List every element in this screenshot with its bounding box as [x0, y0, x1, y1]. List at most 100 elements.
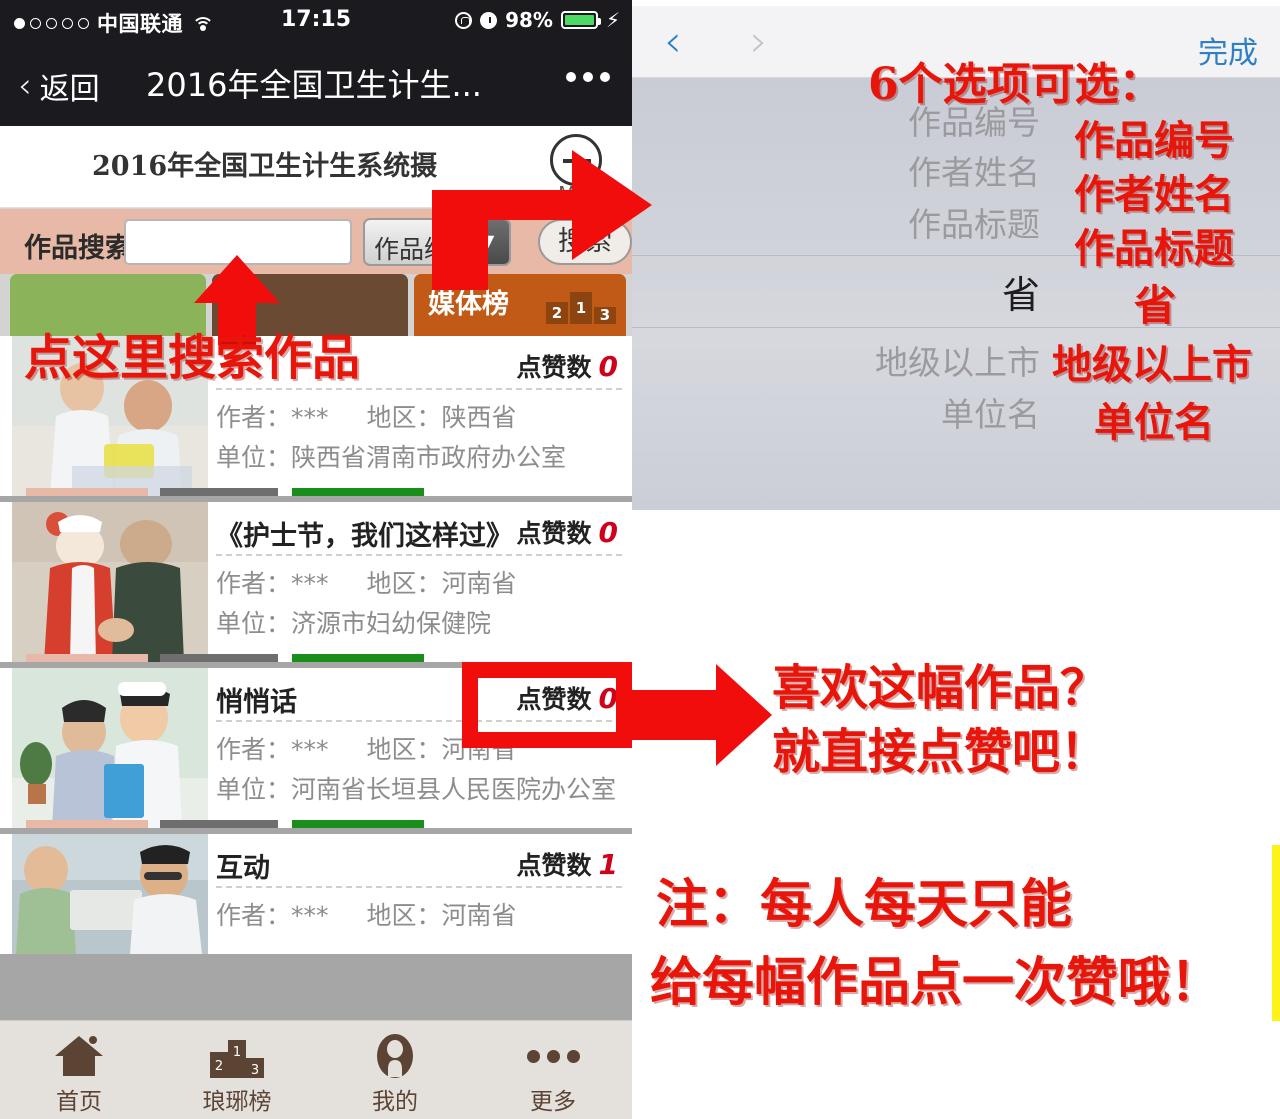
work-thumbnail — [12, 834, 208, 954]
author-value: *** — [291, 569, 329, 598]
detail-button[interactable]: 详情 — [160, 488, 278, 496]
region-label: 地区： — [366, 569, 442, 598]
like-count: 点赞数 0 — [517, 348, 619, 384]
tab-more[interactable]: 更多 — [474, 1021, 632, 1119]
status-bar-right: 98% ⚡ — [455, 8, 620, 32]
annotation-option-0: 作品编号 — [1074, 117, 1234, 164]
highlight-box-like-button — [462, 662, 632, 748]
like-count-value: 1 — [598, 848, 618, 881]
list-item[interactable]: 互动 点赞数 1 作者：*** 地区：河南省 — [0, 834, 632, 954]
divider — [216, 886, 622, 888]
region-value: 河南省 — [441, 901, 517, 930]
work-number-badge: 编号516 — [26, 820, 148, 828]
like-count-label: 点赞数 — [516, 519, 592, 548]
bottom-tab-bar: 首页 1 2 3 琅琊榜 我的 更多 — [0, 1020, 632, 1119]
like-button[interactable]: 点赞测试 — [292, 820, 424, 828]
tab-media-ranking-label: 媒体榜 — [428, 289, 509, 320]
divider — [216, 554, 622, 556]
work-title: 互动 — [216, 853, 270, 884]
unit-label: 单位： — [216, 443, 292, 472]
author-label: 作者： — [216, 735, 292, 764]
battery-percent-label: 98% — [505, 8, 553, 32]
author-label: 作者： — [216, 403, 292, 432]
list-item[interactable]: 《护士节，我们这样过》 点赞数 0 作者：*** 地区：河南省 单位：济源市妇幼保健… — [0, 502, 632, 662]
back-button[interactable]: ‹ 返回 — [18, 64, 100, 108]
like-count-label: 点赞数 — [516, 353, 592, 382]
annotation-note-line2: 给每幅作品点一次赞哦！ — [650, 952, 1223, 1013]
search-label: 作品搜索 — [24, 233, 132, 264]
charging-bolt-icon: ⚡ — [605, 8, 620, 32]
site-title: 2016年全国卫生计生系统摄 — [92, 151, 438, 182]
rotation-lock-icon — [455, 11, 473, 29]
tab-home[interactable]: 首页 — [0, 1021, 158, 1119]
podium-third: 3 — [594, 307, 616, 324]
work-body: 互动 点赞数 1 作者：*** 地区：河南省 — [208, 834, 632, 954]
podium-icon: 1 2 3 — [158, 1033, 316, 1079]
svg-text:1: 1 — [233, 1045, 241, 1060]
annotation-like-line1: 喜欢这幅作品？ — [772, 660, 1109, 716]
note-highlight-box — [1272, 845, 1280, 1021]
unit-value: 陕西省渭南市政府办公室 — [291, 443, 567, 472]
annotation-search-hint: 点这里搜索作品 — [24, 330, 361, 386]
unit-label: 单位： — [216, 609, 292, 638]
work-meta-unit: 单位：济源市妇幼保健院 — [216, 604, 491, 640]
divider — [216, 388, 622, 390]
svg-text:2: 2 — [215, 1059, 223, 1074]
svg-text:3: 3 — [251, 1063, 259, 1078]
picker-selection-line-bottom — [632, 327, 1280, 328]
annotation-note-line1: 注：每人每天只能 — [656, 874, 1073, 935]
back-label: 返回 — [39, 72, 100, 107]
done-button[interactable]: 完成 — [1198, 28, 1258, 72]
work-meta-unit: 单位：陕西省渭南市政府办公室 — [216, 438, 566, 474]
chevron-right-icon[interactable]: › — [750, 20, 768, 64]
work-meta-unit: 单位：河南省长垣县人民医院办公室 — [216, 770, 616, 806]
like-count: 点赞数 1 — [517, 846, 619, 882]
author-label: 作者： — [216, 569, 292, 598]
detail-button[interactable]: 详情 — [160, 820, 278, 828]
work-thumbnail — [12, 668, 208, 828]
annotation-picker-heading: 6个选项可选： — [868, 59, 1163, 110]
picker-selected-option[interactable]: 省 — [1002, 264, 1040, 319]
like-button[interactable]: 点赞测试 — [292, 488, 424, 496]
picker-option-4[interactable]: 地级以上市 — [875, 336, 1040, 384]
annotation-option-3: 省 — [1134, 281, 1177, 330]
more-dots-icon — [474, 1033, 632, 1079]
work-body: 《护士节，我们这样过》 点赞数 0 作者：*** 地区：河南省 单位：济源市妇幼保健… — [208, 502, 632, 662]
annotation-like-line2: 就直接点赞吧！ — [772, 724, 1109, 780]
tab-more-label: 更多 — [530, 1089, 576, 1115]
unit-value: 济源市妇幼保健院 — [291, 609, 492, 638]
more-dots-icon[interactable] — [566, 72, 610, 82]
author-value: *** — [291, 403, 329, 432]
picker-option-2[interactable]: 作品标题 — [908, 198, 1040, 246]
podium-second: 2 — [546, 302, 568, 324]
work-number-badge: 编号517 — [26, 654, 148, 662]
alarm-icon — [480, 11, 498, 29]
home-icon — [0, 1033, 158, 1079]
work-title: 《护士节，我们这样过》 — [216, 521, 513, 552]
chevron-left-icon[interactable]: ‹ — [664, 20, 682, 64]
annotation-option-5: 单位名 — [1094, 399, 1214, 446]
picker-option-1[interactable]: 作者姓名 — [908, 146, 1040, 194]
like-count-label: 点赞数 — [516, 851, 592, 880]
region-label: 地区： — [366, 403, 442, 432]
app-nav-bar: ‹ 返回 2016年全国卫生计生... — [0, 44, 632, 126]
tab-profile[interactable]: 我的 — [316, 1021, 474, 1119]
author-value: *** — [291, 901, 329, 930]
detail-button[interactable]: 详情 — [160, 654, 278, 662]
work-meta-author-region: 作者：*** 地区：河南省 — [216, 896, 517, 932]
tab-ranking[interactable]: 1 2 3 琅琊榜 — [158, 1021, 316, 1119]
like-count-value: 0 — [598, 350, 618, 383]
author-label: 作者： — [216, 901, 292, 930]
like-button[interactable]: 点赞测试 — [292, 654, 424, 662]
work-title: 悄悄话 — [216, 687, 297, 718]
tab-ranking-label: 琅琊榜 — [202, 1089, 272, 1115]
work-meta-author-region: 作者：*** 地区：河南省 — [216, 564, 517, 600]
battery-icon — [560, 11, 601, 29]
region-label: 地区： — [366, 901, 442, 930]
picker-option-5[interactable]: 单位名 — [941, 388, 1040, 436]
annotation-option-2: 作品标题 — [1074, 225, 1234, 272]
arrow-search-to-picker — [432, 150, 652, 290]
like-count-value: 0 — [598, 516, 618, 549]
like-count: 点赞数 0 — [517, 514, 619, 550]
author-value: *** — [291, 735, 329, 764]
